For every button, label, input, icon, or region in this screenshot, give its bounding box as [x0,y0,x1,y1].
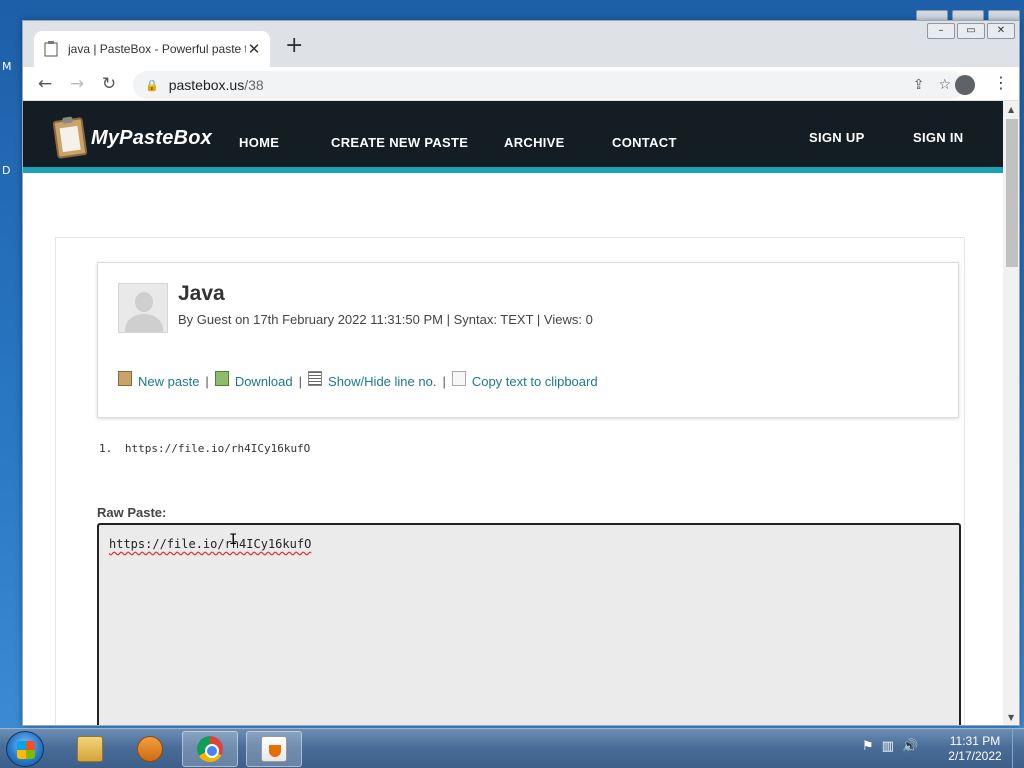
tab-strip: java | PasteBox - Powerful paste t ✕ + –… [23,21,1019,67]
minimize-button[interactable]: – [927,23,955,39]
separator: | [205,374,209,389]
show-desktop-button[interactable] [1012,729,1024,768]
chrome-icon [197,736,223,762]
nav-sign-up[interactable]: SIGN UP [809,130,865,145]
desktop-icon-label[interactable]: M [2,60,12,73]
share-icon[interactable]: ⇪ [913,77,925,93]
copy-to-clipboard-link[interactable]: Copy text to clipboard [472,374,598,389]
back-icon[interactable]: ← [31,70,59,98]
taskbar-explorer[interactable] [62,731,118,767]
site-header: MyPasteBox HOME CREATE NEW PASTE ARCHIVE… [23,101,1003,173]
clipboard-logo-icon [52,117,88,159]
raw-paste-text: https://file.io/rh4ICy16kufO [109,537,312,551]
code-line: 1. https://file.io/rh4ICy16kufO [99,442,310,455]
java-icon [261,736,287,762]
page-viewport: MyPasteBox HOME CREATE NEW PASTE ARCHIVE… [23,101,1003,725]
address-bar[interactable]: 🔒 pastebox.us/38 ⇪ ☆ [133,71,965,99]
copy-icon [451,371,466,386]
download-link[interactable]: Download [235,374,293,389]
browser-menu-icon[interactable]: ⋮ [993,73,1009,92]
clock-time: 11:31 PM [949,734,1001,748]
reload-icon[interactable]: ↻ [95,70,123,98]
line-text: https://file.io/rh4ICy16kufO [124,442,311,455]
profile-avatar-icon[interactable] [955,75,975,95]
download-icon [214,371,229,386]
taskbar: ⚑ ▥ 🔊 11:31 PM 2/17/2022 [0,728,1024,768]
nav-archive[interactable]: ARCHIVE [504,135,565,150]
raw-paste-textarea[interactable]: https://file.io/rh4ICy16kufO [97,523,961,725]
maximize-button[interactable]: ▭ [957,23,985,39]
tab-close-icon[interactable]: ✕ [246,40,262,58]
network-icon[interactable]: ▥ [882,739,894,754]
browser-tab[interactable]: java | PasteBox - Powerful paste t ✕ [34,31,270,67]
paste-info-box: Java By Guest on 17th February 2022 11:3… [97,262,959,418]
volume-icon[interactable]: 🔊 [902,739,918,754]
folder-icon [77,736,103,762]
taskbar-chrome[interactable] [182,731,238,767]
code-listing: 1. https://file.io/rh4ICy16kufO [99,442,310,455]
paste-actions: New paste | Download | Show/Hide line no… [118,371,598,389]
site-logo[interactable]: MyPasteBox [52,117,212,159]
windows-logo-icon [17,741,35,759]
scroll-down-arrow-icon[interactable]: ▼ [1008,713,1014,722]
bookmark-star-icon[interactable]: ☆ [938,77,951,93]
forward-icon[interactable]: → [63,70,91,98]
url-path: /38 [244,77,264,93]
start-button[interactable] [6,731,44,767]
nav-contact[interactable]: CONTACT [612,135,677,150]
clipboard-icon [44,41,58,57]
paste-title: Java [178,282,225,305]
logo-text: MyPasteBox [91,126,212,149]
nav-create-new-paste[interactable]: CREATE NEW PASTE [331,135,468,150]
desktop-icon-label[interactable]: D [2,164,10,177]
scroll-up-arrow-icon[interactable]: ▲ [1008,105,1014,114]
new-tab-button[interactable]: + [285,35,303,57]
system-tray: ⚑ ▥ 🔊 [862,739,918,754]
raw-paste-label: Raw Paste: [97,505,167,520]
nav-sign-in[interactable]: SIGN IN [913,130,964,145]
clock-date: 2/17/2022 [948,749,1002,763]
lock-icon[interactable]: 🔒 [145,79,159,92]
page-scrollbar[interactable]: ▲ ▼ [1003,101,1019,725]
separator: | [442,374,446,389]
new-paste-icon [118,371,132,386]
tab-title: java | PasteBox - Powerful paste t [68,42,246,56]
new-paste-link[interactable]: New paste [138,374,199,389]
browser-window: java | PasteBox - Powerful paste t ✕ + –… [22,20,1020,726]
window-controls: – ▭ ✕ [927,23,1015,39]
separator: | [298,374,303,389]
url-host: pastebox.us [168,77,245,93]
url-text: pastebox.us/38 [169,77,913,93]
toggle-line-numbers-link[interactable]: Show/Hide line no. [328,374,436,389]
text-cursor-icon: I [229,532,238,548]
media-player-icon [137,736,163,762]
line-numbers-icon [308,371,323,386]
line-number: 1. [99,442,113,455]
taskbar-clock[interactable]: 11:31 PM 2/17/2022 [940,734,1010,764]
taskbar-java[interactable] [246,731,302,767]
scrollbar-thumb[interactable] [1006,119,1018,267]
action-center-icon[interactable]: ⚑ [862,739,874,754]
avatar [118,283,168,333]
paste-meta: By Guest on 17th February 2022 11:31:50 … [178,312,593,327]
browser-toolbar: ← → ↻ 🔒 pastebox.us/38 ⇪ ☆ ⋮ [23,67,1019,101]
nav-home[interactable]: HOME [239,135,279,150]
taskbar-media-player[interactable] [122,731,178,767]
close-window-button[interactable]: ✕ [987,23,1015,39]
